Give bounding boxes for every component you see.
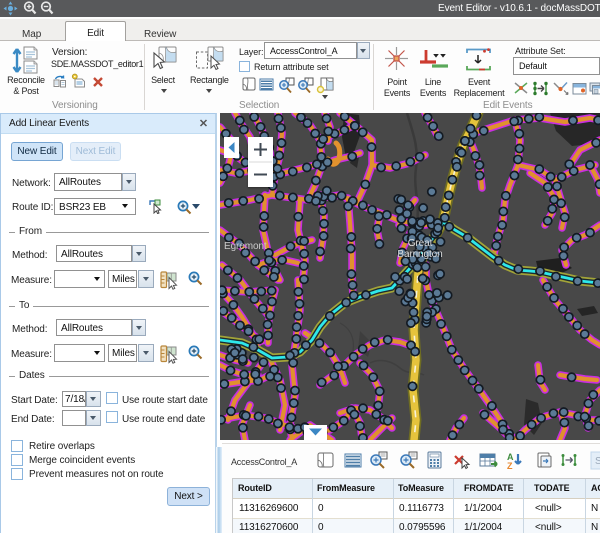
svg-text:Barrington: Barrington <box>397 249 442 260</box>
svg-text:Z: Z <box>507 461 513 471</box>
svg-text:S: S <box>595 456 600 467</box>
svg-text:Egremont: Egremont <box>224 241 267 252</box>
svg-text:Great: Great <box>408 238 433 249</box>
